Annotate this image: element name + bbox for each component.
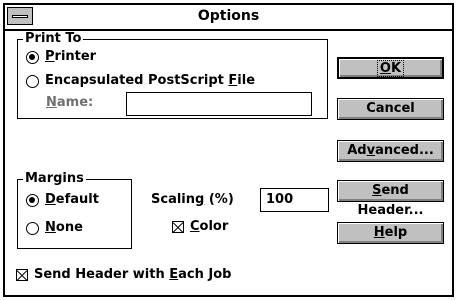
margins-none-label: None — [45, 220, 83, 235]
scaling-input[interactable]: 100 — [260, 188, 329, 212]
send-header-each-job-label: Send Header with Each Job — [34, 267, 232, 282]
margins-none-radio-button[interactable] — [26, 221, 39, 235]
margins-group: Margins Default None — [17, 171, 132, 249]
name-input[interactable] — [126, 92, 312, 116]
color-checkbox-box[interactable] — [172, 221, 184, 233]
ok-button-label: OK — [376, 60, 405, 77]
advanced-button[interactable]: Advanced... — [337, 140, 444, 162]
eps-file-radio-button[interactable] — [26, 74, 39, 88]
help-button-label: Help — [373, 225, 408, 240]
color-label: Color — [190, 219, 229, 234]
margins-default-radio[interactable]: Default — [26, 192, 99, 208]
margins-legend: Margins — [23, 171, 86, 187]
send-header-button[interactable]: Send Header... — [337, 180, 444, 218]
send-header-button-label: Send Header... — [357, 183, 424, 218]
printer-label: Printer — [45, 49, 97, 64]
printer-radio[interactable]: Printer — [26, 49, 96, 65]
send-header-each-job-checkbox-box[interactable] — [16, 269, 28, 281]
margins-none-radio[interactable]: None — [26, 220, 83, 236]
print-to-group: Print To Printer Encapsulated PostScript… — [17, 31, 328, 119]
cancel-button[interactable]: Cancel — [337, 98, 444, 120]
title-bar: Options — [5, 5, 452, 31]
margins-default-radio-button[interactable] — [26, 193, 39, 207]
help-button[interactable]: Help — [337, 222, 444, 244]
send-header-each-job-checkbox[interactable]: Send Header with Each Job — [16, 267, 232, 283]
cancel-button-label: Cancel — [366, 101, 415, 116]
advanced-button-label: Advanced... — [347, 143, 434, 158]
color-checkbox[interactable]: Color — [172, 219, 228, 235]
ok-button[interactable]: OK — [337, 57, 444, 79]
printer-radio-button[interactable] — [26, 50, 39, 64]
print-to-legend: Print To — [23, 31, 84, 47]
options-dialog: Options Print To Printer Encapsulated Po… — [3, 3, 454, 297]
name-label: Name: — [46, 95, 94, 110]
window-title: Options — [197, 8, 260, 24]
eps-file-radio[interactable]: Encapsulated PostScript File — [26, 73, 255, 89]
margins-default-label: Default — [45, 192, 99, 207]
eps-file-label: Encapsulated PostScript File — [45, 73, 256, 88]
scaling-label: Scaling (%) — [151, 192, 234, 207]
